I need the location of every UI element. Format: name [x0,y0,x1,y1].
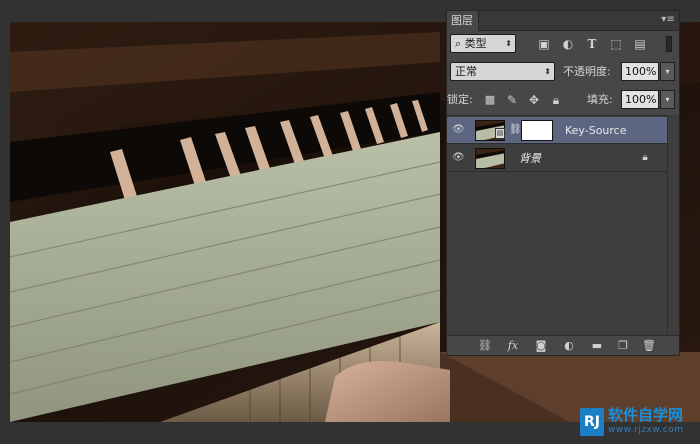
shape-filter-icon[interactable]: ⬚ [609,37,623,51]
eye-icon[interactable]: 👁︎ [452,152,465,164]
adjustment-filter-icon[interactable]: ◐ [561,37,575,51]
opacity-input[interactable]: 100% [621,62,659,81]
lock-all-icon[interactable]: 🔒︎ [549,93,563,107]
layer-row-key-source[interactable]: 👁︎ ▤ ⛓︎ Key-Source [447,117,667,144]
site-watermark: RJ 软件自学网 www.rjzxw.com [580,404,692,440]
fill-dropdown-icon[interactable]: ▾ [660,90,675,109]
new-group-icon[interactable]: ▬ [589,339,605,353]
lock-icon: 🔒︎ [642,152,648,163]
layer-name-key-source[interactable]: Key-Source [565,117,627,144]
fill-label: 填充: [587,93,613,106]
lock-position-icon[interactable]: ✥ [527,93,541,107]
filter-toggle-icon[interactable] [666,36,672,52]
add-mask-icon[interactable]: ◙ [533,339,549,353]
search-icon: ⌕ [455,37,465,50]
lock-transparent-icon[interactable]: ▩ [483,93,497,107]
link-icon[interactable]: ⛓︎ [509,123,522,137]
type-filter-icon[interactable]: T [585,37,599,51]
chevron-updown-icon: ⬍ [544,67,551,76]
chevron-updown-icon: ⬍ [505,39,512,48]
layers-panel: 图层 ▾≡ ⌕ 类型 ⬍ ▣ ◐ T ⬚ ▤ 正常 ⬍ 不透明度: 100% ▾ [446,10,680,356]
lock-pixels-icon[interactable]: ✎ [505,93,519,107]
smart-object-filter-icon[interactable]: ▤ [633,37,647,51]
layer-row-background[interactable]: 👁︎ 背景 🔒︎ [447,145,667,172]
blend-mode-value: 正常 [455,65,477,78]
smart-object-icon: ▤ [495,128,505,139]
image-filter-icon[interactable]: ▣ [537,37,551,51]
photoshop-workspace: 图层 ▾≡ ⌕ 类型 ⬍ ▣ ◐ T ⬚ ▤ 正常 ⬍ 不透明度: 100% ▾ [0,0,700,444]
layers-scrollbar[interactable] [667,115,679,335]
layers-list[interactable]: 👁︎ ▤ ⛓︎ Key-Source 👁︎ 背景 🔒︎ [447,115,679,335]
filter-type-label: 类型 [464,37,487,50]
opacity-label: 不透明度: [563,65,611,78]
watermark-text: 软件自学网 [608,406,684,424]
link-layers-icon[interactable]: ⛓︎ [477,339,493,353]
delete-layer-icon[interactable]: 🗑︎ [641,339,657,353]
filter-type-select[interactable]: ⌕ 类型 ⬍ [450,34,516,53]
lock-label: 锁定: [447,93,473,106]
eye-icon[interactable]: 👁︎ [452,124,465,136]
layers-panel-tab[interactable]: 图层 [447,11,479,31]
new-layer-icon[interactable]: ❐ [615,339,631,353]
fx-icon[interactable]: fx [505,339,521,353]
panel-menu-icon[interactable]: ▾≡ [661,14,675,26]
watermark-url: www.rjzxw.com [608,425,684,435]
opacity-dropdown-icon[interactable]: ▾ [660,62,675,81]
panel-footer: ⛓︎ fx ◙ ◐ ▬ ❐ 🗑︎ [447,335,679,355]
watermark-logo: RJ [580,408,604,436]
filter-row: ⌕ 类型 ⬍ ▣ ◐ T ⬚ ▤ [447,33,679,55]
blend-row: 正常 ⬍ 不透明度: 100% ▾ [447,61,679,83]
layer-mask-thumbnail[interactable] [521,120,553,141]
layer-thumbnail [475,148,505,169]
lock-row: 锁定: ▩ ✎ ✥ 🔒︎ 填充: 100% ▾ [447,89,679,111]
layer-name-background[interactable]: 背景 [519,145,541,172]
new-adjustment-icon[interactable]: ◐ [561,339,577,353]
fill-input[interactable]: 100% [621,90,659,109]
panel-titlebar[interactable]: 图层 ▾≡ [447,11,679,31]
blend-mode-select[interactable]: 正常 ⬍ [450,62,555,81]
